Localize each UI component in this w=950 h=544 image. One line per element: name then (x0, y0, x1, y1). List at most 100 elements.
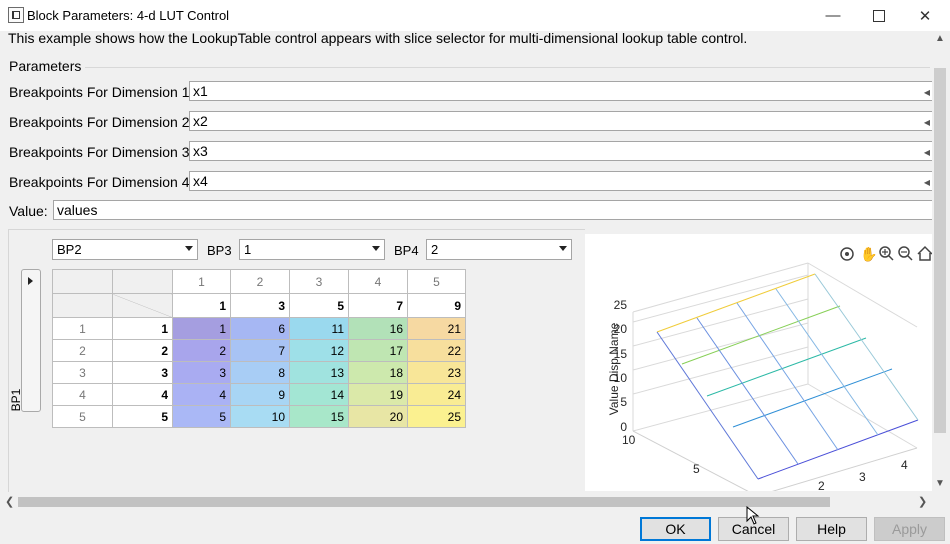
table-cell[interactable]: 12 (289, 339, 349, 362)
table-cell[interactable]: 4 (172, 383, 231, 406)
table-cell[interactable]: 9 (230, 383, 290, 406)
minimize-button[interactable]: — (810, 0, 856, 31)
row-breakpoint[interactable]: 3 (112, 361, 173, 384)
z-tick: 5 (620, 395, 627, 409)
value-input[interactable]: values (53, 200, 933, 220)
bp3-select[interactable]: 1 (239, 239, 385, 260)
close-button[interactable]: ✕ (902, 0, 948, 31)
table-cell[interactable]: 25 (407, 405, 466, 428)
dropdown-arrow-icon[interactable]: ◀ (924, 174, 930, 192)
pan-icon[interactable]: ✋ (860, 246, 877, 263)
row-index: 1 (52, 317, 113, 340)
zoom-out-icon[interactable] (898, 246, 913, 261)
row-breakpoint[interactable]: 1 (112, 317, 173, 340)
dropdown-arrow-icon[interactable]: ◀ (924, 84, 930, 102)
bp-dim3-input[interactable]: x3 ◀ (189, 141, 933, 161)
z-tick: 0 (620, 420, 627, 434)
x-tick: 2 (818, 479, 825, 491)
row-breakpoint[interactable]: 2 (112, 339, 173, 362)
bp-dim2-input[interactable]: x2 ◀ (189, 111, 933, 131)
table-cell[interactable]: 15 (289, 405, 349, 428)
apply-button[interactable]: Apply (874, 517, 945, 541)
bp-dim3-label: Breakpoints For Dimension 3 : (9, 144, 198, 160)
corner-cell (52, 293, 113, 318)
table-cell[interactable]: 21 (407, 317, 466, 340)
zoom-in-icon[interactable] (879, 246, 894, 261)
bp-dim4-input[interactable]: x4 ◀ (189, 171, 933, 191)
table-cell[interactable]: 19 (348, 383, 408, 406)
table-cell[interactable]: 24 (407, 383, 466, 406)
col-index: 1 (172, 269, 231, 294)
scroll-down-icon[interactable]: ▼ (935, 478, 945, 489)
table-cell[interactable]: 17 (348, 339, 408, 362)
chevron-down-icon (559, 246, 567, 251)
col-index: 5 (407, 269, 466, 294)
z-tick: 25 (614, 298, 628, 312)
surface-plot: ✋ 25 20 15 10 5 0 Value Disp Name 10 5 2… (607, 245, 932, 491)
plot-toolbar: ✋ (840, 245, 932, 263)
col-breakpoint[interactable]: 3 (230, 293, 290, 318)
col-breakpoint[interactable]: 1 (172, 293, 231, 318)
row-index: 4 (52, 383, 113, 406)
rotate-3d-icon[interactable] (840, 247, 854, 261)
row-index: 2 (52, 339, 113, 362)
help-button[interactable]: Help (796, 517, 867, 541)
bp-dim4-label: Breakpoints For Dimension 4 : (9, 174, 198, 190)
dropdown-arrow-icon[interactable]: ◀ (924, 114, 930, 132)
ok-button[interactable]: OK (640, 517, 711, 541)
table-row: 5 5 5 10 15 20 25 (52, 405, 466, 428)
col-index: 3 (289, 269, 349, 294)
col-breakpoint[interactable]: 5 (289, 293, 349, 318)
col-breakpoint[interactable]: 7 (348, 293, 408, 318)
table-cell[interactable]: 1 (172, 317, 231, 340)
dropdown-arrow-icon[interactable]: ◀ (924, 144, 930, 162)
corner-diagonal (112, 293, 173, 318)
horizontal-scroll-thumb[interactable] (18, 497, 830, 507)
bp4-select[interactable]: 2 (426, 239, 572, 260)
table-row: 2 2 2 7 12 17 22 (52, 339, 466, 362)
table-cell[interactable]: 13 (289, 361, 349, 384)
chevron-down-icon (185, 246, 193, 251)
row-breakpoint[interactable]: 4 (112, 383, 173, 406)
mouse-cursor-icon (746, 506, 760, 525)
row-index: 3 (52, 361, 113, 384)
table-cell[interactable]: 10 (230, 405, 290, 428)
y-tick: 5 (693, 462, 700, 476)
scroll-up-icon[interactable]: ▲ (935, 33, 945, 44)
home-icon[interactable] (917, 245, 932, 261)
table-cell[interactable]: 6 (230, 317, 290, 340)
bp-dim1-value: x1 (193, 83, 208, 99)
col-breakpoint[interactable]: 9 (407, 293, 466, 318)
row-index: 5 (52, 405, 113, 428)
table-cell[interactable]: 3 (172, 361, 231, 384)
bp-dim2-value: x2 (193, 113, 208, 129)
table-cell[interactable]: 5 (172, 405, 231, 428)
x-tick: 4 (901, 458, 908, 472)
bp-dim4-value: x4 (193, 173, 208, 189)
slice-dim-select[interactable]: BP2 (52, 239, 198, 260)
value-label: Value: (9, 203, 48, 219)
table-cell[interactable]: 11 (289, 317, 349, 340)
table-cell[interactable]: 22 (407, 339, 466, 362)
table-cell[interactable]: 14 (289, 383, 349, 406)
scroll-left-icon[interactable]: ❮ (5, 495, 14, 508)
table-cell[interactable]: 7 (230, 339, 290, 362)
table-cell[interactable]: 8 (230, 361, 290, 384)
parameters-group-label: Parameters (9, 58, 82, 74)
bp-dim1-label: Breakpoints For Dimension 1 : (9, 84, 198, 100)
bp-dim1-input[interactable]: x1 ◀ (189, 81, 933, 101)
table-cell[interactable]: 16 (348, 317, 408, 340)
scroll-right-icon[interactable]: ❯ (918, 495, 927, 508)
table-cell[interactable]: 2 (172, 339, 231, 362)
row-breakpoint[interactable]: 5 (112, 405, 173, 428)
close-icon: ✕ (918, 7, 932, 25)
table-cell[interactable]: 20 (348, 405, 408, 428)
value-text: values (57, 202, 98, 218)
vertical-scroll-thumb[interactable] (934, 68, 946, 433)
table-cell[interactable]: 23 (407, 361, 466, 384)
group-divider (85, 67, 930, 68)
expand-bp1-button[interactable] (21, 269, 41, 412)
maximize-button[interactable] (856, 0, 902, 31)
bp1-label: BP1 (9, 388, 23, 412)
table-cell[interactable]: 18 (348, 361, 408, 384)
